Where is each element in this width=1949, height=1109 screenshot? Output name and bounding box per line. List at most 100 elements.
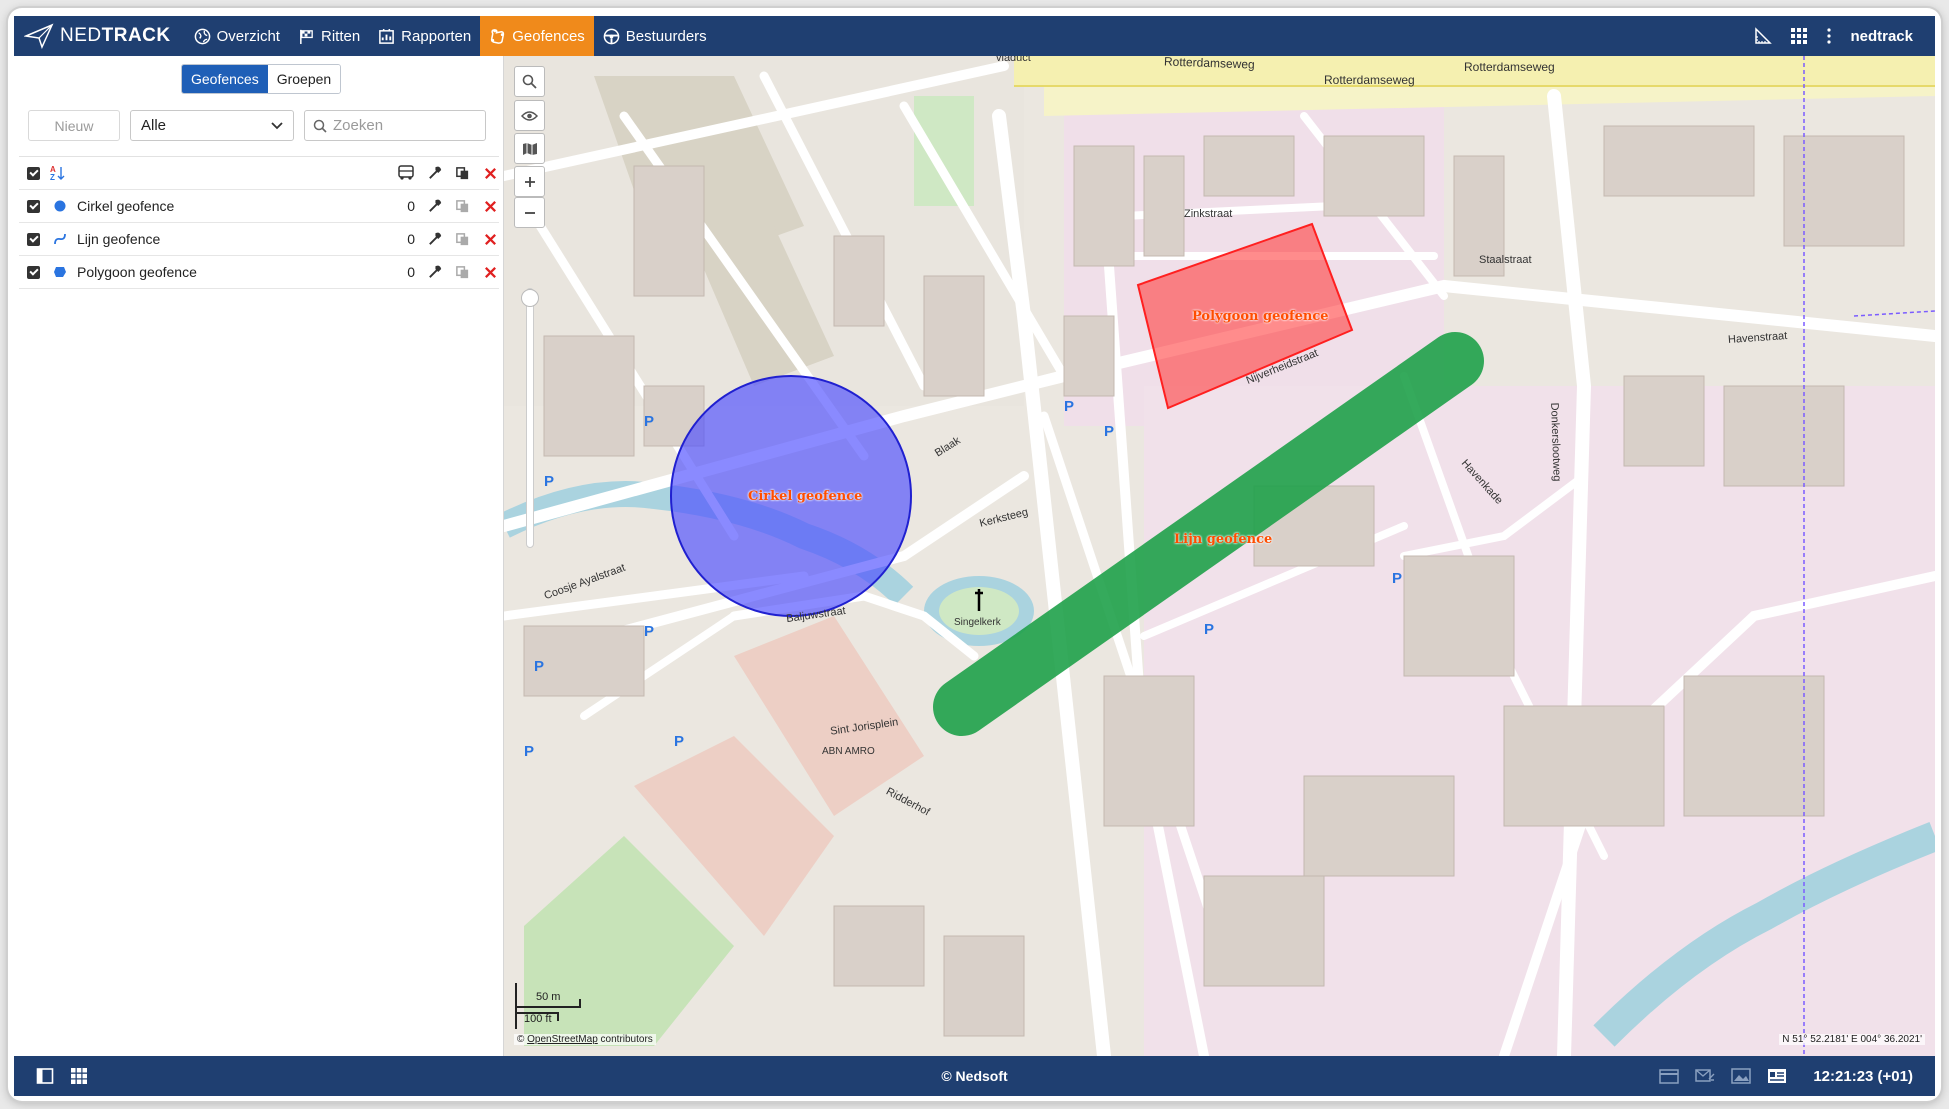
geofence-name: Cirkel geofence xyxy=(77,198,175,214)
map-layers-button[interactable] xyxy=(514,133,545,164)
map-attribution: © OpenStreetMap contributors xyxy=(514,1034,656,1045)
street-label: Rotterdamseweg xyxy=(1324,73,1415,87)
nav-bestuurders-label: Bestuurders xyxy=(625,27,707,45)
edit-wrench-icon[interactable] xyxy=(427,166,442,181)
edit-wrench-icon[interactable] xyxy=(427,265,442,280)
globe-icon xyxy=(194,28,210,44)
street-label: Zinkstraat xyxy=(1184,208,1233,220)
circle-geofence-icon xyxy=(53,199,67,213)
delete-icon[interactable] xyxy=(483,265,498,280)
messages-icon[interactable] xyxy=(1695,1067,1715,1085)
copyright-text: © Nedsoft xyxy=(941,1068,1008,1084)
geofence-name: Lijn geofence xyxy=(77,231,161,247)
clock-time: 12:21:23 (+01) xyxy=(1813,1067,1913,1085)
street-label: viaduct xyxy=(996,56,1031,64)
list-item[interactable]: Polygoon geofence 0 xyxy=(19,256,499,289)
map-view[interactable]: P P P P P P P P P P Rotterdamseweg Rotte… xyxy=(504,56,1935,1056)
parking-marker: P xyxy=(1064,398,1074,415)
zoom-slider-handle[interactable] xyxy=(521,289,539,307)
geofence-checkbox[interactable] xyxy=(27,265,40,279)
brand-logo[interactable]: NEDTRACK xyxy=(14,16,185,56)
app-window: NEDTRACK Overzicht Ritten Rapporten Geof… xyxy=(8,8,1941,1101)
map-search-button[interactable] xyxy=(514,66,545,97)
nav-geofences[interactable]: Geofences xyxy=(480,16,594,56)
nav-bestuurders[interactable]: Bestuurders xyxy=(594,16,716,56)
nav-rapporten[interactable]: Rapporten xyxy=(369,16,480,56)
geofence-vehicle-count: 0 xyxy=(407,264,415,280)
circle-geofence-label: Cirkel geofence xyxy=(748,489,863,504)
parking-marker: P xyxy=(1392,570,1402,587)
user-menu[interactable]: nedtrack xyxy=(1850,28,1913,45)
delete-icon[interactable] xyxy=(483,199,498,214)
geofence-vehicle-count: 0 xyxy=(407,198,415,214)
image-icon[interactable] xyxy=(1731,1067,1752,1085)
select-all-checkbox[interactable] xyxy=(27,166,40,180)
nav-overzicht[interactable]: Overzicht xyxy=(185,16,289,56)
geofence-name: Polygoon geofence xyxy=(77,264,197,280)
id-card-icon[interactable] xyxy=(1767,1067,1787,1085)
openstreetmap-link[interactable]: OpenStreetMap xyxy=(527,1034,598,1045)
map-visibility-button[interactable] xyxy=(514,100,545,131)
parking-marker: P xyxy=(674,733,684,750)
zoom-in-button[interactable] xyxy=(514,166,545,197)
poi-label: ABN AMRO xyxy=(822,746,875,757)
apps-grid-icon[interactable] xyxy=(1790,27,1808,45)
minus-icon xyxy=(524,211,535,214)
nav-rapporten-label: Rapporten xyxy=(401,27,472,45)
measure-ruler-icon[interactable] xyxy=(1754,27,1773,45)
copy-icon[interactable] xyxy=(455,265,470,280)
edit-wrench-icon[interactable] xyxy=(427,232,442,247)
assign-vehicles-icon[interactable] xyxy=(397,165,415,181)
map-icon xyxy=(522,142,537,155)
cursor-coordinates: N 51° 52.2181' E 004° 36.2021' xyxy=(1779,1034,1925,1045)
edit-wrench-icon[interactable] xyxy=(427,199,442,214)
filter-select-value: Alle xyxy=(141,117,167,134)
bottom-right-tools: 12:21:23 (+01) xyxy=(1659,1067,1935,1085)
street-label: Rotterdamseweg xyxy=(1464,60,1555,74)
more-vertical-icon[interactable] xyxy=(1826,27,1832,45)
zoom-out-button[interactable] xyxy=(514,197,545,228)
parking-marker: P xyxy=(544,473,554,490)
brand-name: NEDTRACK xyxy=(60,25,171,46)
line-geofence-icon xyxy=(53,232,67,246)
grid-view-icon[interactable] xyxy=(70,1067,88,1085)
geofence-icon xyxy=(491,28,505,44)
card-reader-icon[interactable] xyxy=(1659,1067,1680,1085)
parking-marker: P xyxy=(1204,621,1214,638)
bottom-statusbar: © Nedsoft 12:21:23 (+01) xyxy=(14,1056,1935,1096)
copy-icon[interactable] xyxy=(455,199,470,214)
zoom-slider[interactable] xyxy=(521,288,539,548)
map-scale-bar: 50 m 100 ft xyxy=(514,981,594,1033)
scale-metric-label: 50 m xyxy=(536,991,561,1003)
search-input[interactable] xyxy=(333,117,473,134)
street-label: Singelkerk xyxy=(954,617,1001,628)
list-item[interactable]: Lijn geofence 0 xyxy=(19,223,499,256)
geofence-checkbox[interactable] xyxy=(27,232,40,246)
geofence-checkbox[interactable] xyxy=(27,199,40,213)
map-base-layer: P P P P P P P P P P xyxy=(504,56,1935,1056)
plus-icon xyxy=(524,176,535,187)
delete-icon[interactable] xyxy=(483,232,498,247)
copy-icon[interactable] xyxy=(455,232,470,247)
nav-ritten[interactable]: Ritten xyxy=(289,16,369,56)
delete-all-icon[interactable] xyxy=(483,166,498,181)
sort-az-icon[interactable]: AZ xyxy=(50,165,66,181)
copy-icon[interactable] xyxy=(455,166,470,181)
tab-groepen[interactable]: Groepen xyxy=(267,65,341,93)
polygon-geofence-label: Polygoon geofence xyxy=(1192,309,1329,324)
parking-marker: P xyxy=(534,658,544,675)
nav-overzicht-label: Overzicht xyxy=(216,27,280,45)
line-geofence-label: Lijn geofence xyxy=(1174,532,1273,547)
nav-ritten-label: Ritten xyxy=(320,27,361,45)
svg-text:Z: Z xyxy=(50,173,55,181)
new-geofence-button[interactable]: Nieuw xyxy=(28,110,120,141)
search-icon xyxy=(522,74,537,89)
search-box[interactable] xyxy=(304,110,486,141)
list-item[interactable]: Cirkel geofence 0 xyxy=(19,190,499,223)
tab-geofences[interactable]: Geofences xyxy=(182,65,268,93)
toggle-sidebar-icon[interactable] xyxy=(36,1067,54,1085)
filter-select[interactable]: Alle xyxy=(130,110,294,141)
bottom-left-tools xyxy=(14,1067,88,1085)
parking-marker: P xyxy=(524,743,534,760)
parking-marker: P xyxy=(644,623,654,640)
